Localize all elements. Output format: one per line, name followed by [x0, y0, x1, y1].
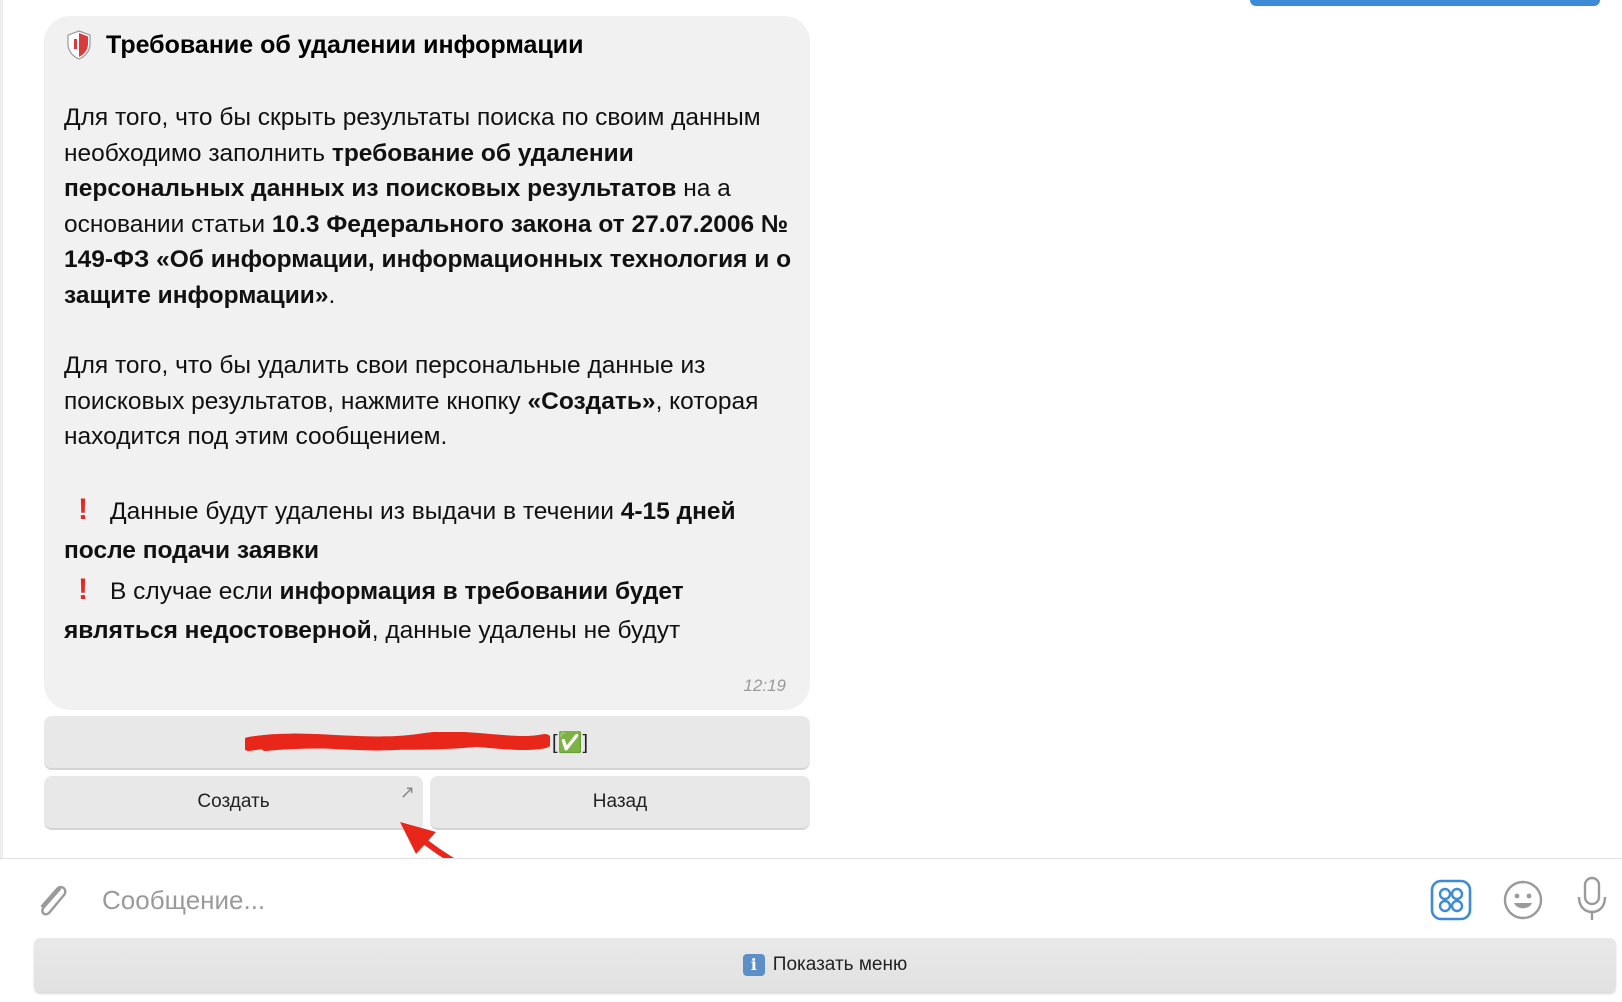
bot-commands-icon[interactable]	[1430, 879, 1472, 921]
message-timestamp: 12:19	[743, 676, 786, 695]
exclamation-icon: !	[78, 572, 88, 606]
shield-icon	[67, 30, 91, 60]
check-badge: [✅]	[552, 730, 588, 755]
message-paragraph-1: Для того, что бы скрыть результаты поиск…	[64, 100, 794, 313]
create-button[interactable]: Создать ↗	[44, 776, 423, 830]
external-link-icon: ↗	[399, 782, 415, 802]
back-button[interactable]: Назад	[430, 776, 810, 830]
microphone-icon[interactable]	[1574, 875, 1610, 923]
warning-line-2: ! В случае если информация в требовании б…	[64, 570, 794, 650]
emoji-icon[interactable]	[1502, 879, 1544, 921]
message-bubble: Требование об удалении информации Для то…	[44, 16, 810, 710]
left-border	[0, 0, 3, 858]
check-badge-text: [✅]	[552, 732, 589, 754]
top-accent-strip	[1250, 0, 1600, 6]
info-icon: i	[742, 954, 765, 976]
message-title: Требование об удалении информации	[66, 30, 584, 60]
redaction-scribble	[245, 732, 550, 751]
warning-text-2: В случае если информация в требовании бу…	[64, 578, 684, 644]
create-button-label: Создать	[197, 791, 270, 812]
message-paragraph-2: Для того, что бы удалить свои персональн…	[64, 348, 794, 455]
text-run: Данные будут удалены из выдачи в течении	[110, 497, 621, 525]
back-button-label: Назад	[592, 791, 648, 812]
message-input[interactable]	[100, 875, 1404, 925]
paperclip-icon[interactable]	[32, 879, 72, 923]
message-body: Для того, что бы скрыть результаты поиск…	[64, 100, 794, 650]
show-menu-label: Показать меню	[772, 954, 908, 975]
warning-text-1: Данные будут удалены из выдачи в течении…	[64, 498, 736, 564]
message-title-text: Требование об удалении информации	[106, 30, 584, 59]
text-run: , данные удалены не будут	[371, 616, 681, 644]
text-run: В случае если	[110, 577, 280, 605]
text-run: .	[328, 281, 336, 309]
show-menu-button[interactable]: i Показать меню	[34, 938, 1616, 992]
warning-line-1: ! Данные будут удалены из выдачи в течени…	[64, 490, 794, 570]
exclamation-icon: !	[78, 492, 88, 526]
bold-text-run: «Создать»	[527, 387, 656, 415]
chat-window: Требование об удалении информации Для то…	[0, 0, 1622, 1002]
